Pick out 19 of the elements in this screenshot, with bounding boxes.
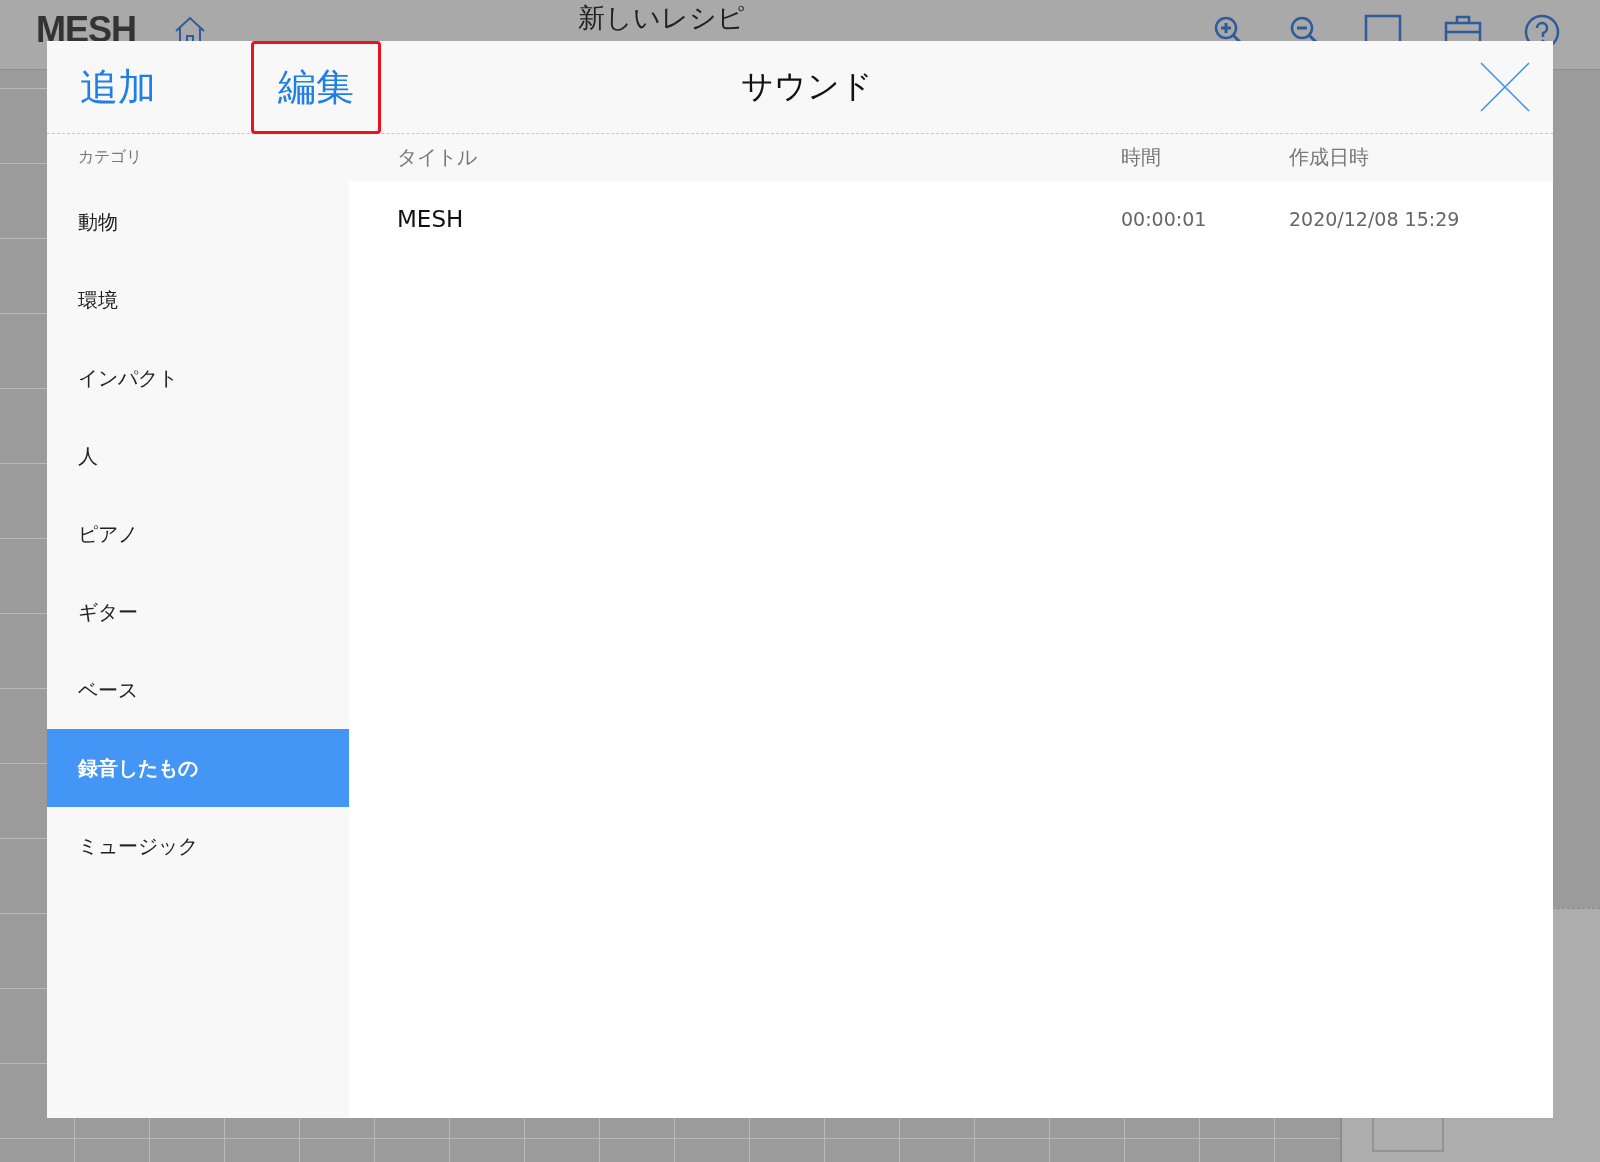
dialog-title: サウンド xyxy=(741,66,873,107)
category-item[interactable]: 環境 xyxy=(47,261,349,339)
table-cell-text: 2020/12/08 15:29 xyxy=(1289,208,1461,230)
close-icon[interactable] xyxy=(1479,61,1531,113)
category-item[interactable]: 動物 xyxy=(47,183,349,261)
column-header: タイトル xyxy=(396,144,478,171)
recipe-title: 新しいレシピ xyxy=(578,2,745,34)
table-cell-text: 00:00:01 xyxy=(1121,208,1208,230)
category-item[interactable]: ギター xyxy=(47,573,349,651)
category-item[interactable]: 人 xyxy=(47,417,349,495)
column-header: 時間 xyxy=(1121,144,1162,171)
table-cell[interactable]: MESH xyxy=(349,206,1121,232)
category-item[interactable]: ベース xyxy=(47,651,349,729)
column-header: 作成日時 xyxy=(1289,144,1370,171)
category-item[interactable]: ミュージック xyxy=(47,807,349,885)
category-heading: カテゴリ xyxy=(78,147,142,166)
category-item[interactable]: インパクト xyxy=(47,339,349,417)
category-item[interactable]: ピアノ xyxy=(47,495,349,573)
header-button[interactable]: 編集 xyxy=(251,40,381,134)
